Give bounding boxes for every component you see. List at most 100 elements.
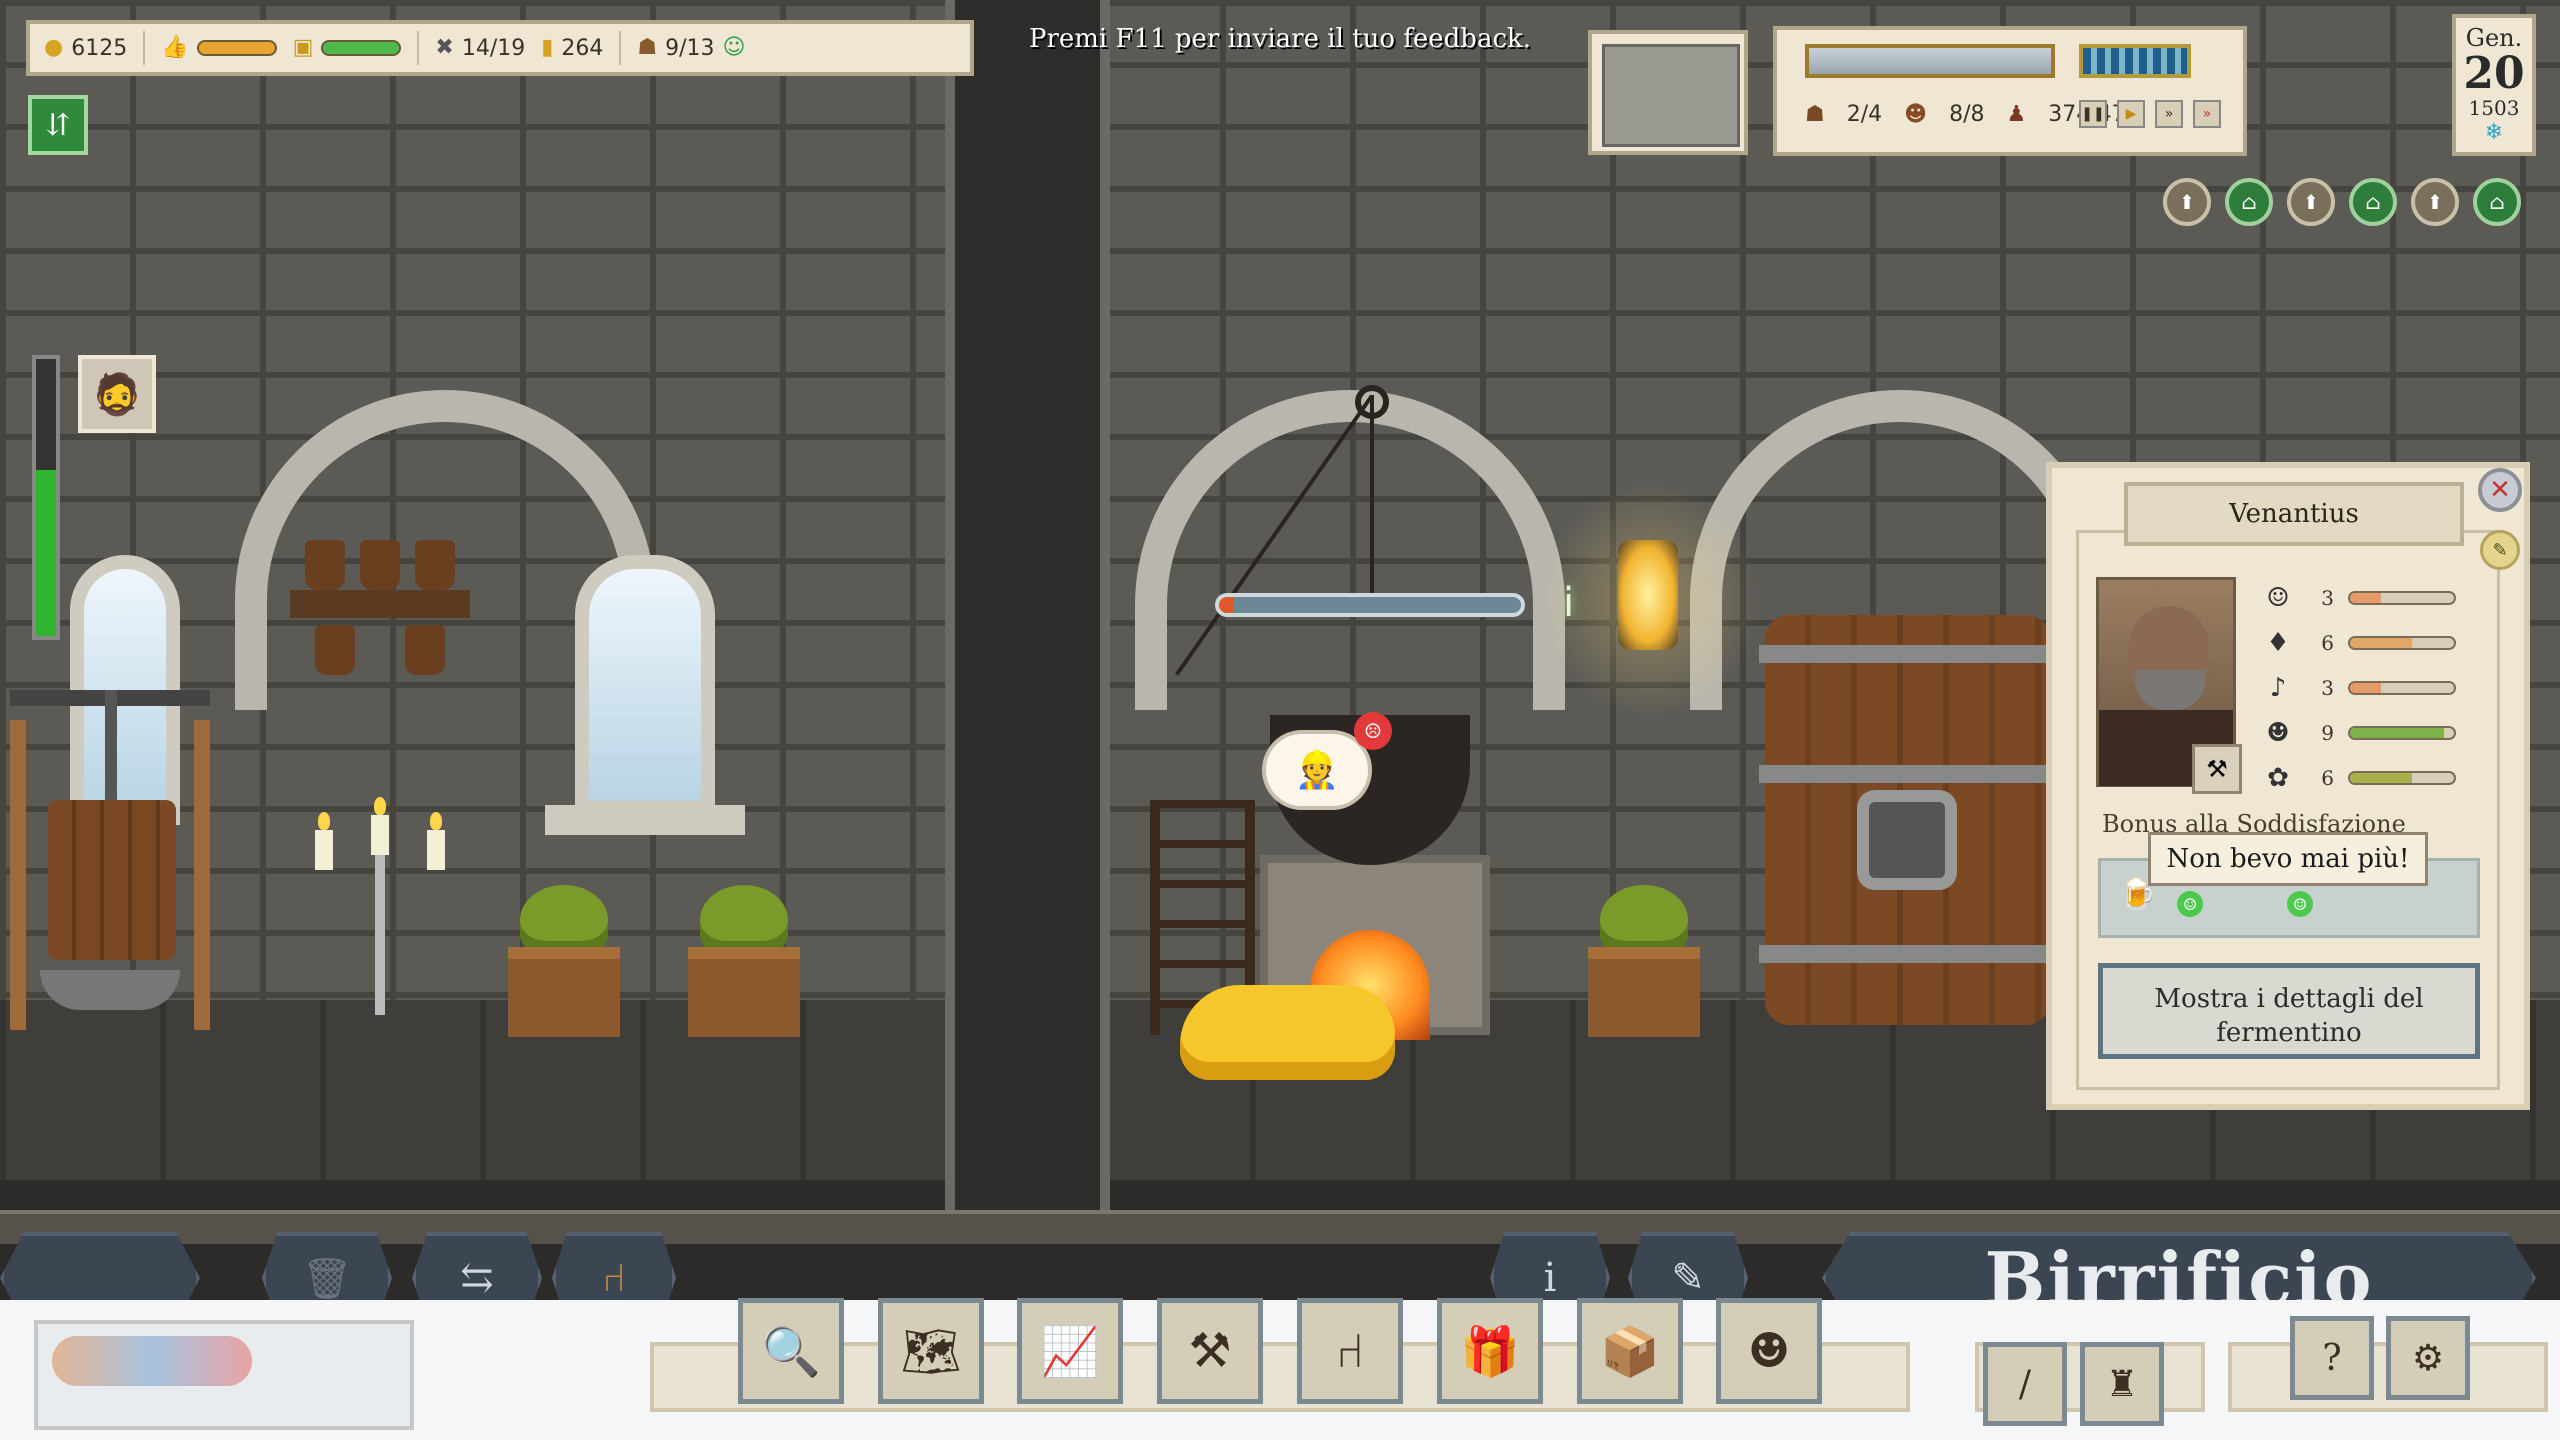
lantern bbox=[1618, 540, 1678, 650]
bell-icon[interactable]: ♜ bbox=[2080, 1342, 2164, 1426]
time-panel: ☗ 2/4 ☻ 8/8 ♟ 374/475 ❚❚ ▶ » » bbox=[1773, 26, 2247, 156]
tooltip: Non bevo mai più! bbox=[2148, 832, 2428, 886]
storage-icon: ▣ bbox=[292, 35, 314, 60]
divider bbox=[619, 31, 622, 65]
mini-map[interactable] bbox=[34, 1320, 414, 1430]
building-icon[interactable]: ⌂ bbox=[2225, 178, 2273, 226]
gold-bar-icon: ▮ bbox=[541, 35, 554, 60]
gift-icon[interactable]: 🎁 bbox=[1437, 1298, 1543, 1404]
character-name: Venantius bbox=[2124, 482, 2464, 546]
gold-value: 264 bbox=[561, 35, 604, 61]
fermentation-barrel[interactable] bbox=[1759, 615, 2056, 1025]
stat-value: 3 bbox=[2321, 675, 2334, 700]
building-icon[interactable]: ⌂ bbox=[2473, 178, 2521, 226]
worker-thought-bubble[interactable]: 👷 bbox=[1262, 730, 1372, 810]
tools-icon[interactable]: ⚒ bbox=[1157, 1298, 1263, 1404]
fastest-button[interactable]: » bbox=[2193, 100, 2221, 128]
speed-controls: ❚❚ ▶ » » bbox=[2079, 100, 2221, 128]
stat-row: ☺ 3 bbox=[2260, 575, 2490, 620]
date-panel: Gen. 20 1503 ❄ bbox=[2452, 14, 2536, 156]
workers-stat[interactable]: ✖ 14/19 bbox=[435, 36, 525, 61]
customer-icon: ☗ bbox=[637, 35, 658, 60]
goat-event-icon bbox=[1602, 44, 1740, 147]
satisfaction-stat[interactable]: 👍 bbox=[161, 35, 277, 60]
settings-gear-icon[interactable]: ⚙ bbox=[2386, 1316, 2470, 1400]
sleeping-dog[interactable] bbox=[1180, 985, 1395, 1080]
feather-edit-icon[interactable]: ✎ bbox=[2480, 530, 2520, 570]
divider bbox=[417, 31, 420, 65]
stat-value: 6 bbox=[2321, 765, 2334, 790]
chart-icon[interactable]: 📈 bbox=[1017, 1298, 1123, 1404]
event-card[interactable] bbox=[1588, 30, 1748, 155]
mug-shelf bbox=[290, 590, 470, 618]
wine-press[interactable] bbox=[10, 690, 210, 1040]
brain-icon: ✿ bbox=[2267, 762, 2289, 793]
coin-icon: ● bbox=[44, 35, 64, 60]
mug bbox=[305, 540, 345, 590]
workers-value: 14/19 bbox=[461, 35, 526, 61]
pause-button[interactable]: ❚❚ bbox=[2079, 100, 2107, 128]
day-progress-blocks bbox=[2079, 44, 2191, 78]
sack-icon: ♟ bbox=[2006, 101, 2027, 127]
job-badge-icon[interactable]: ⚒ bbox=[2192, 744, 2242, 794]
storage-stat[interactable]: ▣ bbox=[293, 37, 402, 59]
stat-row: ♦ 6 bbox=[2260, 620, 2490, 665]
stat-value: 9 bbox=[2321, 720, 2334, 745]
customers-value: 9/13 bbox=[665, 35, 715, 61]
window bbox=[575, 555, 715, 815]
stat-row: ✿ 6 bbox=[2260, 755, 2490, 800]
happy-face-icon: ☺ bbox=[2177, 891, 2203, 917]
stat-row: ☻ 9 bbox=[2260, 710, 2490, 755]
brewing-progress-bar bbox=[1215, 593, 1525, 617]
customers-stat[interactable]: ☗ 9/13 ☺ bbox=[637, 36, 745, 61]
mug bbox=[360, 540, 400, 590]
smile-icon: ☻ bbox=[2266, 717, 2290, 748]
weather-icon: ❄ bbox=[2484, 120, 2504, 145]
happy-face-icon: ☺ bbox=[722, 35, 746, 60]
stat-bar bbox=[2348, 725, 2456, 740]
visitor-avatar[interactable]: 🧔 bbox=[78, 355, 156, 433]
play-button[interactable]: ▶ bbox=[2117, 100, 2145, 128]
stat-bar bbox=[2348, 635, 2456, 650]
mask-icon: ☺ bbox=[2266, 582, 2290, 613]
happy-face-icon: ☺ bbox=[2287, 891, 2313, 917]
satisfaction-bar bbox=[196, 40, 277, 56]
mug bbox=[315, 625, 355, 675]
map-icon[interactable]: 🗺 bbox=[878, 1298, 984, 1404]
candelabra bbox=[305, 797, 455, 1015]
mug bbox=[405, 625, 445, 675]
info-icon[interactable]: i bbox=[1563, 580, 1599, 630]
year-label: 1503 bbox=[2468, 96, 2520, 120]
stat-bar bbox=[2348, 680, 2456, 695]
magnifier-icon[interactable]: 🔍 bbox=[738, 1298, 844, 1404]
room-icon: ☗ bbox=[1805, 101, 1825, 127]
gold-stat[interactable]: ▮ 264 bbox=[541, 36, 603, 61]
feedback-hint: Premi F11 per inviare il tuo feedback. bbox=[1028, 24, 1532, 54]
filter-icon[interactable]: ⬆ bbox=[2163, 178, 2211, 226]
storage-bar bbox=[321, 40, 402, 56]
season-strip[interactable] bbox=[1805, 44, 2055, 78]
chair-icon[interactable]: ⑁ bbox=[1297, 1298, 1403, 1404]
staff-icon: ☻ bbox=[1904, 101, 1928, 127]
close-icon[interactable]: ✕ bbox=[2478, 468, 2522, 512]
center-pillar bbox=[945, 0, 1110, 1240]
stat-bar bbox=[2348, 770, 2456, 785]
day-label: 20 bbox=[2463, 48, 2525, 99]
ferment-details-button[interactable]: Mostra i dettagli del fermentino bbox=[2098, 963, 2480, 1059]
filter-icon[interactable]: ⬆ bbox=[2411, 178, 2459, 226]
expand-arrow-button[interactable]: ⇵ bbox=[28, 95, 88, 155]
stat-bar bbox=[2348, 590, 2456, 605]
coins-stat[interactable]: ● 6125 bbox=[44, 36, 127, 61]
fast-forward-button[interactable]: » bbox=[2155, 100, 2183, 128]
monk-icon[interactable]: ☻ bbox=[1716, 1298, 1822, 1404]
mug bbox=[415, 540, 455, 590]
filter-icon[interactable]: ⬆ bbox=[2287, 178, 2335, 226]
box-icon[interactable]: 📦 bbox=[1577, 1298, 1683, 1404]
building-icon[interactable]: ⌂ bbox=[2349, 178, 2397, 226]
thumbs-up-icon: 👍 bbox=[161, 35, 189, 60]
angry-face-icon: ☹ bbox=[1354, 712, 1392, 750]
divider bbox=[143, 31, 146, 65]
brush-icon[interactable]: / bbox=[1983, 1342, 2067, 1426]
help-book-icon[interactable]: ? bbox=[2290, 1316, 2374, 1400]
music-icon: ♪ bbox=[2269, 672, 2287, 703]
